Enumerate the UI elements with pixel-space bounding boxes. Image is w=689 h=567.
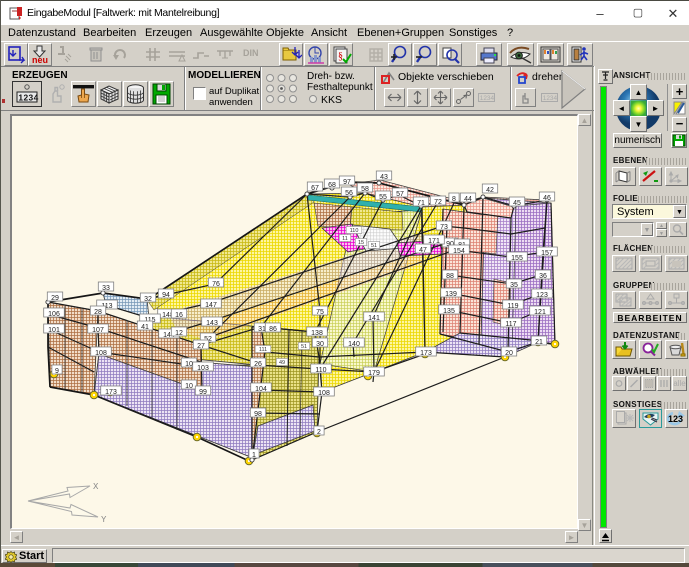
- svg-text:110: 110: [350, 228, 359, 234]
- svg-text:29: 29: [51, 295, 59, 302]
- svg-text:1: 1: [252, 452, 256, 459]
- svg-text:8: 8: [452, 196, 456, 203]
- svg-text:31: 31: [258, 326, 266, 333]
- svg-text:123: 123: [536, 292, 548, 299]
- svg-text:56: 56: [345, 190, 353, 197]
- svg-text:42: 42: [486, 187, 494, 194]
- svg-text:98: 98: [254, 411, 262, 418]
- svg-text:179: 179: [368, 370, 380, 377]
- svg-text:44: 44: [464, 196, 472, 203]
- svg-text:143: 143: [206, 320, 218, 327]
- svg-text:117: 117: [505, 321, 516, 328]
- svg-text:94: 94: [162, 292, 170, 299]
- svg-text:27: 27: [197, 343, 205, 350]
- svg-text:45: 45: [513, 200, 521, 207]
- svg-text:30: 30: [316, 341, 324, 348]
- svg-text:155: 155: [511, 255, 523, 262]
- svg-text:111: 111: [259, 347, 267, 353]
- svg-text:140: 140: [348, 341, 360, 348]
- svg-text:21: 21: [535, 339, 543, 346]
- svg-text:§: §: [338, 51, 343, 62]
- svg-text:20: 20: [505, 350, 513, 357]
- svg-text:147: 147: [205, 302, 217, 309]
- svg-text:55: 55: [379, 194, 387, 201]
- svg-text:26: 26: [254, 361, 262, 368]
- svg-text:1234: 1234: [480, 95, 495, 102]
- svg-text:171: 171: [428, 238, 440, 245]
- svg-text:49: 49: [279, 360, 285, 366]
- svg-text:35: 35: [510, 282, 518, 289]
- svg-text:46: 46: [543, 195, 551, 202]
- svg-text:139: 139: [445, 291, 457, 298]
- svg-text:123: 123: [668, 414, 683, 424]
- svg-text:43: 43: [380, 174, 388, 181]
- svg-text:12: 12: [175, 330, 183, 337]
- svg-text:101: 101: [48, 327, 60, 334]
- svg-text:75: 75: [316, 309, 324, 316]
- svg-text:107: 107: [92, 327, 104, 334]
- svg-text:97: 97: [343, 179, 351, 186]
- svg-text:106: 106: [48, 311, 60, 318]
- svg-text:154: 154: [453, 248, 465, 255]
- svg-text:135: 135: [443, 308, 455, 315]
- svg-text:2: 2: [317, 429, 321, 436]
- svg-text:10: 10: [185, 361, 193, 368]
- svg-text:121: 121: [534, 309, 546, 316]
- svg-text:173: 173: [420, 350, 432, 357]
- svg-text:9: 9: [55, 368, 59, 375]
- svg-text:88: 88: [446, 273, 454, 280]
- svg-text:1234: 1234: [18, 93, 38, 103]
- svg-text:32: 32: [144, 296, 152, 303]
- svg-text:104: 104: [255, 386, 267, 393]
- svg-text:76: 76: [212, 281, 220, 288]
- svg-text:67: 67: [311, 185, 319, 192]
- svg-text:neu: neu: [32, 55, 48, 65]
- svg-text:58: 58: [361, 186, 369, 193]
- svg-text:110: 110: [315, 367, 326, 374]
- svg-text:51: 51: [301, 344, 307, 350]
- svg-text:108: 108: [95, 350, 107, 357]
- svg-text:15: 15: [358, 240, 364, 246]
- svg-text:72: 72: [434, 199, 442, 206]
- svg-text:157: 157: [541, 250, 553, 257]
- svg-text:1234: 1234: [543, 95, 558, 102]
- svg-text:141: 141: [368, 315, 380, 322]
- svg-text:73: 73: [440, 224, 448, 231]
- svg-text:103: 103: [197, 365, 209, 372]
- svg-text:71: 71: [417, 200, 425, 207]
- svg-text:86: 86: [269, 326, 277, 333]
- svg-text:119: 119: [507, 303, 518, 310]
- svg-text:Y: Y: [101, 515, 107, 525]
- svg-text:41: 41: [141, 324, 149, 331]
- svg-text:99: 99: [199, 389, 207, 396]
- svg-text:51: 51: [371, 243, 377, 249]
- svg-text:33: 33: [102, 285, 110, 292]
- svg-text:57: 57: [396, 191, 404, 198]
- svg-text:16: 16: [175, 312, 183, 319]
- svg-text:47: 47: [419, 247, 427, 254]
- svg-text:36: 36: [539, 273, 547, 280]
- svg-text:28: 28: [94, 309, 102, 316]
- svg-text:11: 11: [342, 236, 348, 242]
- svg-text:10: 10: [185, 383, 193, 390]
- svg-text:68: 68: [328, 182, 336, 189]
- svg-text:X: X: [93, 482, 99, 492]
- svg-text:138: 138: [311, 330, 323, 337]
- svg-text:108: 108: [318, 390, 330, 397]
- svg-text:173: 173: [105, 389, 117, 396]
